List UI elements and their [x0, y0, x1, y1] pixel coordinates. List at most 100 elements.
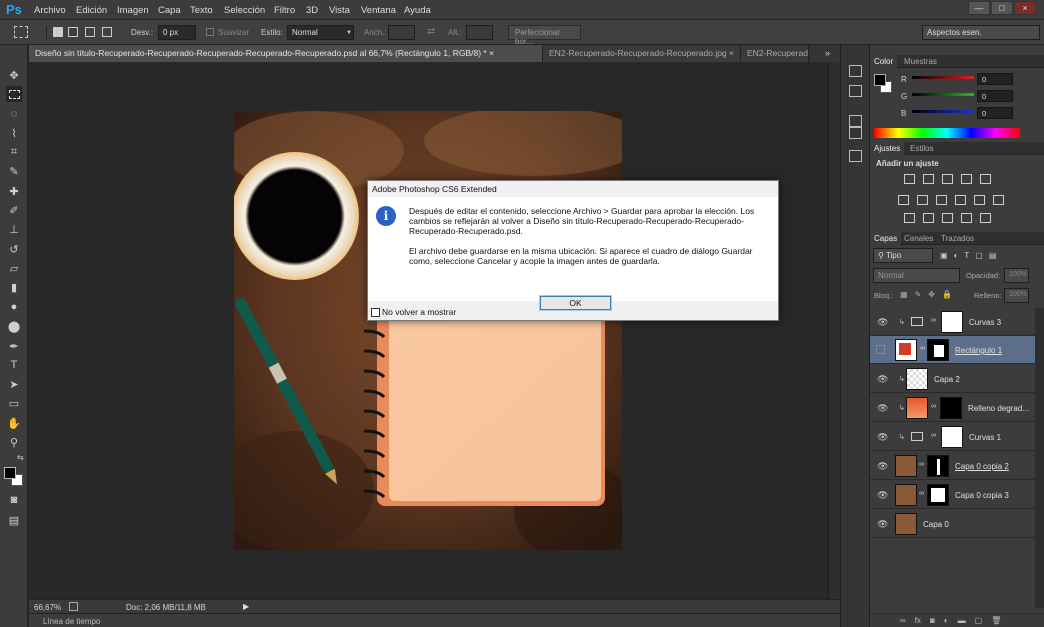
dont-show-checkbox[interactable] [371, 308, 380, 318]
new-selection-icon[interactable] [53, 27, 63, 37]
menu-edicion[interactable]: Edición [76, 5, 107, 16]
posterize-icon[interactable] [923, 213, 934, 223]
color-lookup-icon[interactable] [993, 195, 1004, 205]
menu-3d[interactable]: 3D [306, 5, 318, 16]
layer-row[interactable]: 👁 Capa 0 [870, 510, 1035, 538]
visibility-eye-icon[interactable]: 👁 [877, 403, 888, 414]
color-spectrum-bar[interactable] [874, 128, 1020, 138]
exposure-icon[interactable] [961, 174, 972, 184]
eyedropper-tool-icon[interactable]: ✎ [6, 163, 22, 179]
height-input[interactable] [466, 25, 493, 40]
visibility-eye-icon[interactable]: 👁 [877, 317, 888, 328]
add-mask-icon[interactable]: ◙ [930, 616, 935, 625]
new-group-icon[interactable]: ▬ [958, 616, 966, 625]
layer-row[interactable]: 👁 ∞ Capa 0 copia 2 [870, 452, 1035, 480]
gradient-tool-icon[interactable]: ▮ [6, 279, 22, 295]
layer-row[interactable]: 👁 ↳ Capa 2 [870, 365, 1035, 393]
link-layers-icon[interactable]: ∞ [900, 616, 906, 625]
opacity-input[interactable]: 100% [1004, 268, 1029, 283]
layer-filter-select[interactable]: ⚲ Tipo [873, 248, 933, 263]
maximize-button[interactable]: □ [991, 1, 1013, 15]
status-menu-icon[interactable]: ▶ [243, 602, 249, 611]
lock-transparent-icon[interactable]: ▦ [900, 290, 908, 299]
visibility-eye-icon[interactable]: 👁 [877, 374, 888, 385]
marquee-preset-icon[interactable] [14, 26, 28, 38]
rectangle-tool-icon[interactable]: ▭ [6, 395, 22, 411]
hand-tool-icon[interactable]: ✋ [6, 415, 22, 431]
layer-name[interactable]: Capa 0 copia 3 [955, 491, 1009, 500]
swap-icon[interactable]: ⇄ [427, 26, 435, 37]
channel-b-slider[interactable] [912, 110, 974, 113]
channel-mixer-icon[interactable] [974, 195, 985, 205]
layer-row[interactable]: 👁 ↳ ∞ Relleno degrad... [870, 394, 1035, 422]
gradient-map-icon[interactable] [961, 213, 972, 223]
visibility-eye-icon[interactable]: 👁 [877, 461, 888, 472]
blur-tool-icon[interactable]: ● [6, 299, 22, 315]
layer-row[interactable]: 👁 ↳ ∞ Curvas 3 [870, 308, 1035, 336]
visibility-eye-icon[interactable]: 👁 [877, 432, 888, 443]
new-layer-icon[interactable]: ▢ [975, 616, 983, 625]
layer-row-selected[interactable]: ∞ Rectángulo 1 [870, 336, 1035, 364]
healing-brush-tool-icon[interactable]: ✚ [6, 183, 22, 199]
new-adjustment-icon[interactable]: ◐ [944, 616, 949, 625]
layer-row[interactable]: 👁 ∞ Capa 0 copia 3 [870, 481, 1035, 509]
type-tool-icon[interactable]: T [6, 357, 22, 373]
tab-muestras[interactable]: Muestras [900, 55, 941, 68]
filter-adjust-icon[interactable]: ◐ [954, 251, 959, 260]
ok-button[interactable]: OK [539, 295, 612, 311]
quick-select-tool-icon[interactable]: ⌇ [6, 125, 22, 141]
curves-icon[interactable] [942, 174, 953, 184]
feather-input[interactable]: 0 px [158, 25, 196, 40]
invert-icon[interactable] [904, 213, 915, 223]
tab-canales[interactable]: Canales [900, 232, 937, 245]
brush-tool-icon[interactable]: ✐ [6, 202, 22, 218]
tab-ajustes[interactable]: Ajustes [870, 142, 905, 155]
menu-ventana[interactable]: Ventana [361, 5, 396, 16]
zoom-tool-icon[interactable]: ⚲ [6, 434, 22, 450]
zoom-level[interactable]: 66,67% [34, 603, 61, 612]
menu-texto[interactable]: Texto [190, 5, 213, 16]
document-canvas[interactable] [234, 111, 622, 550]
workspace-select[interactable]: Aspectos esen. [922, 25, 1040, 40]
style-select[interactable]: Normal [287, 25, 354, 40]
history-brush-tool-icon[interactable]: ↺ [6, 241, 22, 257]
screen-mode-icon[interactable]: ▤ [6, 512, 22, 528]
timeline-bar[interactable]: Línea de tiempo [29, 613, 840, 627]
lasso-tool-icon[interactable]: ◌ [6, 106, 22, 122]
vibrance-icon[interactable] [980, 174, 991, 184]
photo-filter-icon[interactable] [955, 195, 966, 205]
quick-mask-icon[interactable]: ◙ [6, 492, 22, 508]
layer-name[interactable]: Curvas 1 [969, 433, 1001, 442]
filter-smart-icon[interactable]: ▤ [989, 251, 997, 260]
hue-saturation-icon[interactable] [898, 195, 909, 205]
add-selection-icon[interactable] [68, 27, 78, 37]
subtract-selection-icon[interactable] [85, 27, 95, 37]
crop-tool-icon[interactable]: ⌗ [6, 144, 22, 160]
dont-show-again[interactable]: No volver a mostrar [371, 307, 456, 318]
layer-name[interactable]: Capa 2 [934, 375, 960, 384]
foreground-color-swatch[interactable] [4, 467, 16, 479]
tab-overflow-icon[interactable]: » [825, 48, 830, 58]
move-tool-icon[interactable]: ✥ [6, 67, 22, 83]
layers-scrollbar[interactable] [1035, 308, 1044, 608]
color-balance-icon[interactable] [917, 195, 928, 205]
tab-trazados[interactable]: Trazados [937, 232, 978, 245]
eraser-tool-icon[interactable]: ▱ [6, 260, 22, 276]
minimize-button[interactable]: — [968, 1, 990, 15]
visibility-off-box[interactable] [876, 345, 885, 354]
menu-archivo[interactable]: Archivo [34, 5, 66, 16]
close-tab-icon[interactable]: × [489, 48, 494, 58]
menu-capa[interactable]: Capa [158, 5, 181, 16]
menu-vista[interactable]: Vista [329, 5, 350, 16]
brightness-icon[interactable] [904, 174, 915, 184]
antialias-checkbox[interactable] [206, 28, 214, 36]
actions-icon[interactable] [849, 115, 862, 127]
brush-preset-icon[interactable] [849, 150, 862, 162]
dodge-tool-icon[interactable]: ⬤ [6, 318, 22, 334]
width-input[interactable] [388, 25, 415, 40]
tab-estilos[interactable]: Estilos [906, 142, 938, 155]
clone-stamp-tool-icon[interactable]: ⊥ [6, 221, 22, 237]
lock-all-icon[interactable]: 🔒 [942, 290, 952, 299]
tab-document-2[interactable]: EN2-Recuperado-Recuperado-Recuperado.jpg… [543, 45, 741, 62]
close-window-button[interactable]: × [1014, 1, 1036, 15]
